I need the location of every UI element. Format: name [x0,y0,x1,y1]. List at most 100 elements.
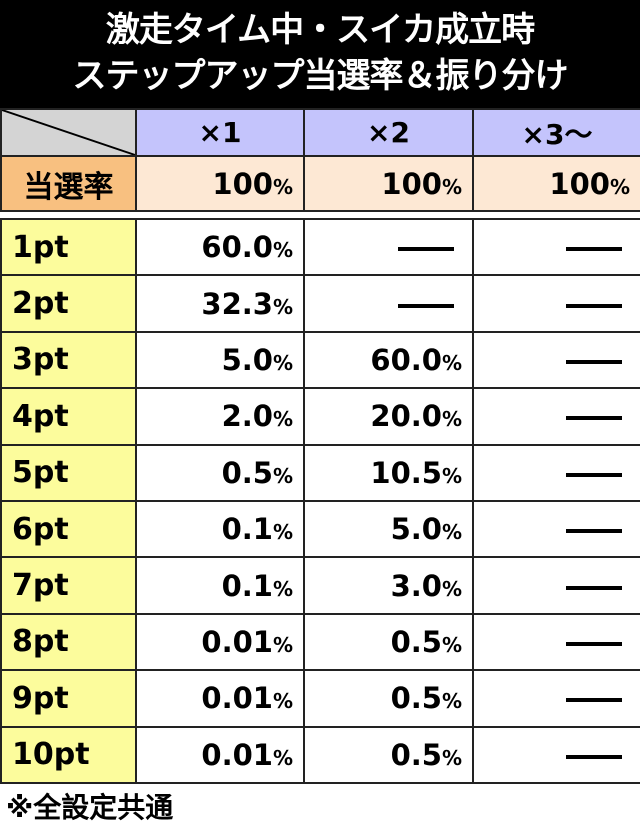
percent-sign: % [441,174,462,199]
value-cell: 0.5% [135,443,305,502]
value-cell: 5.0% [135,330,305,390]
percent-sign: % [272,520,293,545]
percent-sign: % [441,407,462,432]
value-cell: 2.0% [135,387,305,446]
percent-sign: % [441,576,462,601]
table-row: 8pt 0.01% 0.5% [0,612,640,672]
percent-sign: % [272,576,293,601]
value-cell [472,387,640,446]
percent-sign: % [272,407,293,432]
value-cell [472,330,640,390]
dash-icon [566,416,622,421]
percent-sign: % [272,174,293,199]
dash-icon [566,529,622,534]
value-cell [472,443,640,502]
value: 0.1 [221,568,273,603]
pt-label: 8pt [0,612,137,672]
value: 10.5 [370,455,442,490]
value-cell [303,217,474,277]
dash-icon [566,247,622,252]
dash-icon [398,247,454,252]
dash-icon [566,698,622,703]
value-cell: 0.5% [303,725,474,784]
win-rate-x1: 100% [135,155,305,212]
value-cell: 0.1% [135,556,305,615]
value: 0.5 [390,737,442,772]
value-cell: 0.5% [303,669,474,728]
table-row: 6pt 0.1% 5.0% [0,499,640,559]
value-cell: 60.0% [135,217,305,277]
value-cell [472,669,640,728]
pt-label: 7pt [0,556,137,615]
value: 100 [212,166,273,201]
value-cell [472,556,640,615]
dash-icon [566,754,622,759]
pt-label: 5pt [0,443,137,502]
value-cell [472,274,640,333]
percent-sign: % [441,463,462,488]
value: 60.0 [370,342,442,377]
table-row: 3pt 5.0% 60.0% [0,330,640,390]
pt-label: 4pt [0,387,137,446]
value-cell: 0.01% [135,669,305,728]
value-cell [472,217,640,277]
pt-label: 1pt [0,217,137,277]
value: 0.01 [201,624,273,659]
title-line-1: 激走タイム中・スイカ成立時 [105,10,535,50]
pt-label: 2pt [0,274,137,333]
page-title: 激走タイム中・スイカ成立時 ステップアップ当選率＆振り分け [0,0,640,108]
value-cell: 3.0% [303,556,474,615]
value-cell: 5.0% [303,499,474,559]
percent-sign: % [609,174,630,199]
dash-icon [566,641,622,646]
value: 2.0 [221,399,273,434]
table-row: 10pt 0.01% 0.5% [0,725,640,784]
header-row: ×1 ×2 ×3～ [0,108,640,157]
distribution-table: 1pt 60.0% 2pt 32.3% 3pt 5.0% 60.0% 4pt 2.0% 20.0%… [0,217,640,784]
value: 0.5 [390,624,442,659]
title-line-2: ステップアップ当選率＆振り分け [72,56,569,96]
value-cell: 0.1% [135,499,305,559]
value: 0.01 [201,681,273,716]
value-cell: 60.0% [303,330,474,390]
percent-sign: % [272,463,293,488]
value: 0.5 [390,681,442,716]
percent-sign: % [272,745,293,770]
percent-sign: % [441,520,462,545]
value-cell [472,725,640,784]
dash-icon [566,585,622,590]
value-cell [472,612,640,672]
header-x2: ×2 [303,108,474,157]
table-row: 5pt 0.5% 10.5% [0,443,640,502]
value-cell: 10.5% [303,443,474,502]
value: 3.0 [390,568,442,603]
pt-label: 3pt [0,330,137,390]
value: 0.5 [221,455,273,490]
header-x1: ×1 [135,108,305,157]
value: 0.1 [221,512,273,547]
table-row: 4pt 2.0% 20.0% [0,387,640,446]
footnote: ※全設定共通 [6,791,174,824]
value: 5.0 [221,342,273,377]
value-cell: 0.01% [135,725,305,784]
value: 32.3 [201,286,273,321]
value-cell: 0.5% [303,612,474,672]
value-cell: 0.01% [135,612,305,672]
dash-icon [566,472,622,477]
win-rate-x2: 100% [303,155,474,212]
value: 0.01 [201,737,273,772]
dash-icon [566,359,622,364]
percent-sign: % [441,689,462,714]
percent-sign: % [441,350,462,375]
value-cell [472,499,640,559]
percent-sign: % [272,238,293,263]
pt-label: 9pt [0,669,137,728]
header-x3: ×3～ [472,108,640,157]
win-rate-label: 当選率 [0,155,137,212]
value: 100 [549,166,610,201]
corner-cell [0,108,137,157]
percent-sign: % [272,294,293,319]
value-cell [303,274,474,333]
value-cell: 20.0% [303,387,474,446]
win-rate-table: ×1 ×2 ×3～ 当選率 100% 100% 100% [0,108,640,212]
